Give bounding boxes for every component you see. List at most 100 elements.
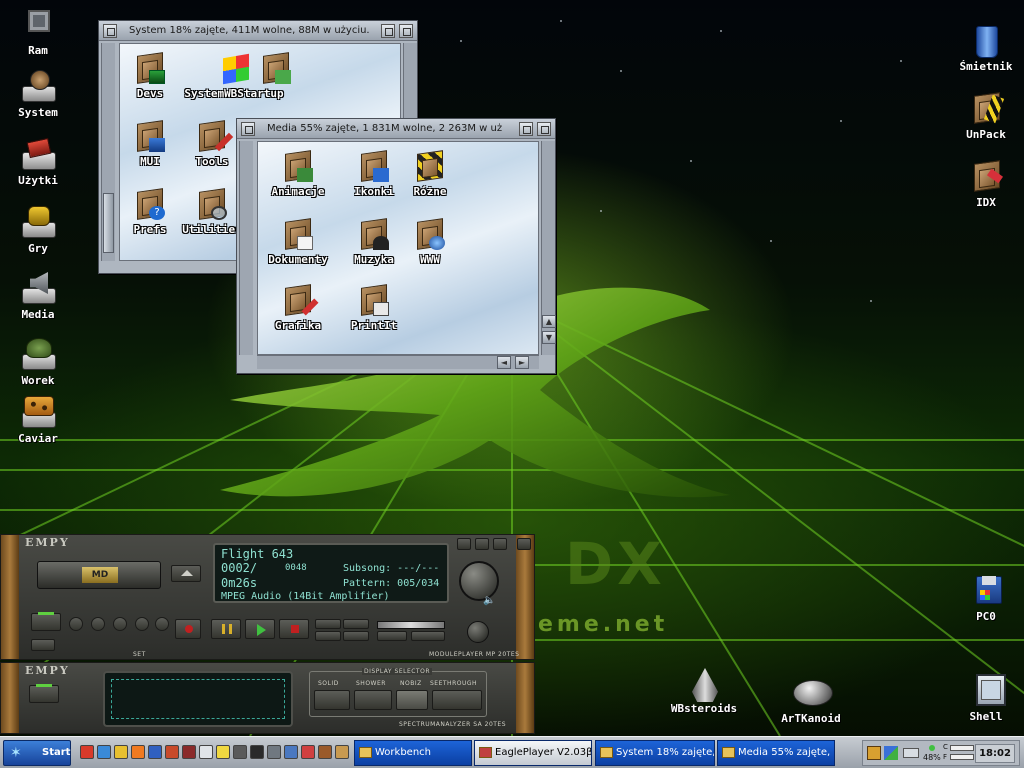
folder-icon-wbstartup[interactable]	[256, 52, 296, 86]
player-lcd: Flight 643 0002/ 0048 Subsong: ---/--- 0…	[213, 543, 449, 603]
scroll-right-button[interactable]: ►	[515, 356, 529, 369]
set-button[interactable]	[31, 639, 55, 651]
mode-shower-button[interactable]	[354, 690, 392, 710]
display-selector-label: DISPLAY SELECTOR	[362, 668, 432, 675]
empy-spectrum-analyzer[interactable]: EMPY DISPLAY SELECTOR SOLID SHOWER NOBIZ…	[0, 662, 535, 734]
folder-icon-www[interactable]: WWW	[394, 218, 466, 266]
task-button-eagleplayer[interactable]: EaglePlayer V2.03β	[474, 740, 592, 766]
eject-button[interactable]	[171, 565, 201, 582]
forward-button[interactable]	[343, 631, 369, 641]
depth-button[interactable]	[399, 24, 413, 38]
scroll-left-button[interactable]: ◄	[497, 356, 511, 369]
quicklaunch-icon-15[interactable]	[318, 745, 332, 759]
tray-fast-meter	[950, 754, 974, 760]
desktop-icon-smietnik[interactable]: Śmietnik	[950, 24, 1022, 73]
folder-icon-grafika[interactable]: Grafika	[262, 284, 334, 332]
quicklaunch-icon-14[interactable]	[301, 745, 315, 759]
task-button-system[interactable]: System 18% zajęte,	[595, 740, 715, 766]
desktop-icon-pc0[interactable]: PC0	[950, 574, 1022, 623]
analyzer-power-button[interactable]	[29, 684, 59, 703]
scroll-down-button[interactable]: ▼	[542, 331, 556, 344]
repeat-button[interactable]	[91, 617, 105, 631]
depth-button[interactable]	[537, 122, 551, 136]
desktop-icon-artkanoid[interactable]: ArTKanoid	[773, 676, 849, 725]
prev-button[interactable]	[315, 619, 341, 629]
media-window[interactable]: Media 55% zajęte, 1 831M wolne, 2 263M w…	[236, 118, 556, 374]
rewind-button[interactable]	[315, 631, 341, 641]
tray-disk-icon[interactable]	[903, 748, 919, 758]
pause-button[interactable]	[211, 619, 241, 639]
scrollbar-knob[interactable]	[103, 193, 114, 253]
desktop-icon-caviar[interactable]: Caviar	[2, 396, 74, 445]
balance-knob[interactable]	[467, 621, 489, 643]
zoom-button[interactable]	[381, 24, 395, 38]
desktop-icon-wbsteroids[interactable]: WBsteroids	[666, 666, 742, 715]
floppy-icon	[966, 574, 1006, 608]
quicklaunch-icon-9[interactable]	[216, 745, 230, 759]
quicklaunch-icon-13[interactable]	[284, 745, 298, 759]
mode-solid-button[interactable]	[314, 690, 350, 710]
desktop-icon-gry[interactable]: Gry	[2, 206, 74, 255]
record-button[interactable]	[175, 619, 201, 639]
quicklaunch-icon-5[interactable]	[148, 745, 162, 759]
stop-button[interactable]	[279, 619, 309, 639]
power-button[interactable]	[31, 612, 61, 631]
player-button-3[interactable]	[493, 538, 507, 550]
slow-button[interactable]	[377, 631, 407, 641]
task-button-workbench[interactable]: Workbench	[354, 740, 472, 766]
next-button[interactable]	[343, 619, 369, 629]
folder-icon-devs[interactable]: Devs	[114, 52, 186, 100]
mode-nobiz-button[interactable]	[396, 690, 428, 710]
desktop-icon-shell[interactable]: Shell	[950, 674, 1022, 723]
media-window-titlebar[interactable]: Media 55% zajęte, 1 831M wolne, 2 263M w…	[237, 119, 555, 139]
quicklaunch-icon-6[interactable]	[165, 745, 179, 759]
timer-button[interactable]	[135, 617, 149, 631]
folder-icon-dokumenty[interactable]: Dokumenty	[250, 218, 346, 266]
player-close-button[interactable]	[517, 538, 531, 550]
settings-button[interactable]	[155, 617, 169, 631]
quicklaunch-icon-3[interactable]	[114, 745, 128, 759]
fast-button[interactable]	[411, 631, 445, 641]
folder-icon-rozne[interactable]: Różne	[394, 150, 466, 198]
quicklaunch-icon-16[interactable]	[335, 745, 349, 759]
desktop-icon-unpack[interactable]: UnPack	[950, 92, 1022, 141]
start-button[interactable]: ✶ Start	[3, 740, 71, 766]
zoom-button[interactable]	[519, 122, 533, 136]
quicklaunch-icon-7[interactable]	[182, 745, 196, 759]
desktop-icon-worek[interactable]: Worek	[2, 338, 74, 387]
mode-seethrough-button[interactable]	[432, 690, 482, 710]
play-button[interactable]	[245, 619, 275, 639]
media-window-hscrollbar[interactable]: ◄ ►	[257, 355, 539, 369]
quicklaunch-icon-12[interactable]	[267, 745, 281, 759]
quicklaunch-icon-10[interactable]	[233, 745, 247, 759]
empy-module-player[interactable]: EMPY MD Flight 643 0002/ 0048 Subsong: -…	[0, 534, 535, 660]
clock[interactable]: 18:02	[975, 744, 1015, 763]
desktop-icon-media[interactable]: Media	[2, 272, 74, 321]
media-window-scrollbar[interactable]: ▲ ▼	[541, 141, 556, 355]
folder-icon-printit[interactable]: PrintIt	[338, 284, 410, 332]
desktop-icon-uzytki[interactable]: Użytki	[2, 137, 74, 187]
quicklaunch-icon-4[interactable]	[131, 745, 145, 759]
close-button[interactable]	[241, 122, 255, 136]
loop-button[interactable]	[69, 617, 83, 631]
player-button-2[interactable]	[475, 538, 489, 550]
desktop-icon-ram[interactable]: Ram	[2, 8, 74, 57]
folder-icon-animacje[interactable]: Animacje	[262, 150, 334, 198]
desktop-icon-system[interactable]: System	[2, 70, 74, 119]
player-button-1[interactable]	[457, 538, 471, 550]
quicklaunch-icon-11[interactable]	[250, 745, 264, 759]
quicklaunch-icon-8[interactable]	[199, 745, 213, 759]
tray-tool-icon[interactable]	[867, 746, 881, 760]
help-button[interactable]	[113, 617, 127, 631]
system-window-scrollbar[interactable]	[101, 43, 115, 261]
quicklaunch-icon-1[interactable]	[80, 745, 94, 759]
scroll-up-button[interactable]: ▲	[542, 315, 556, 328]
desktop-icon-idx[interactable]: IDX	[950, 160, 1022, 209]
close-button[interactable]	[103, 24, 117, 38]
task-button-media[interactable]: Media 55% zajęte,	[717, 740, 835, 766]
system-window-titlebar[interactable]: System 18% zajęte, 411M wolne, 88M w uży…	[99, 21, 417, 41]
tray-network-icon[interactable]	[884, 746, 898, 760]
track-position: 0002/	[221, 561, 258, 575]
seek-slider[interactable]	[377, 621, 445, 629]
quicklaunch-icon-2[interactable]	[97, 745, 111, 759]
